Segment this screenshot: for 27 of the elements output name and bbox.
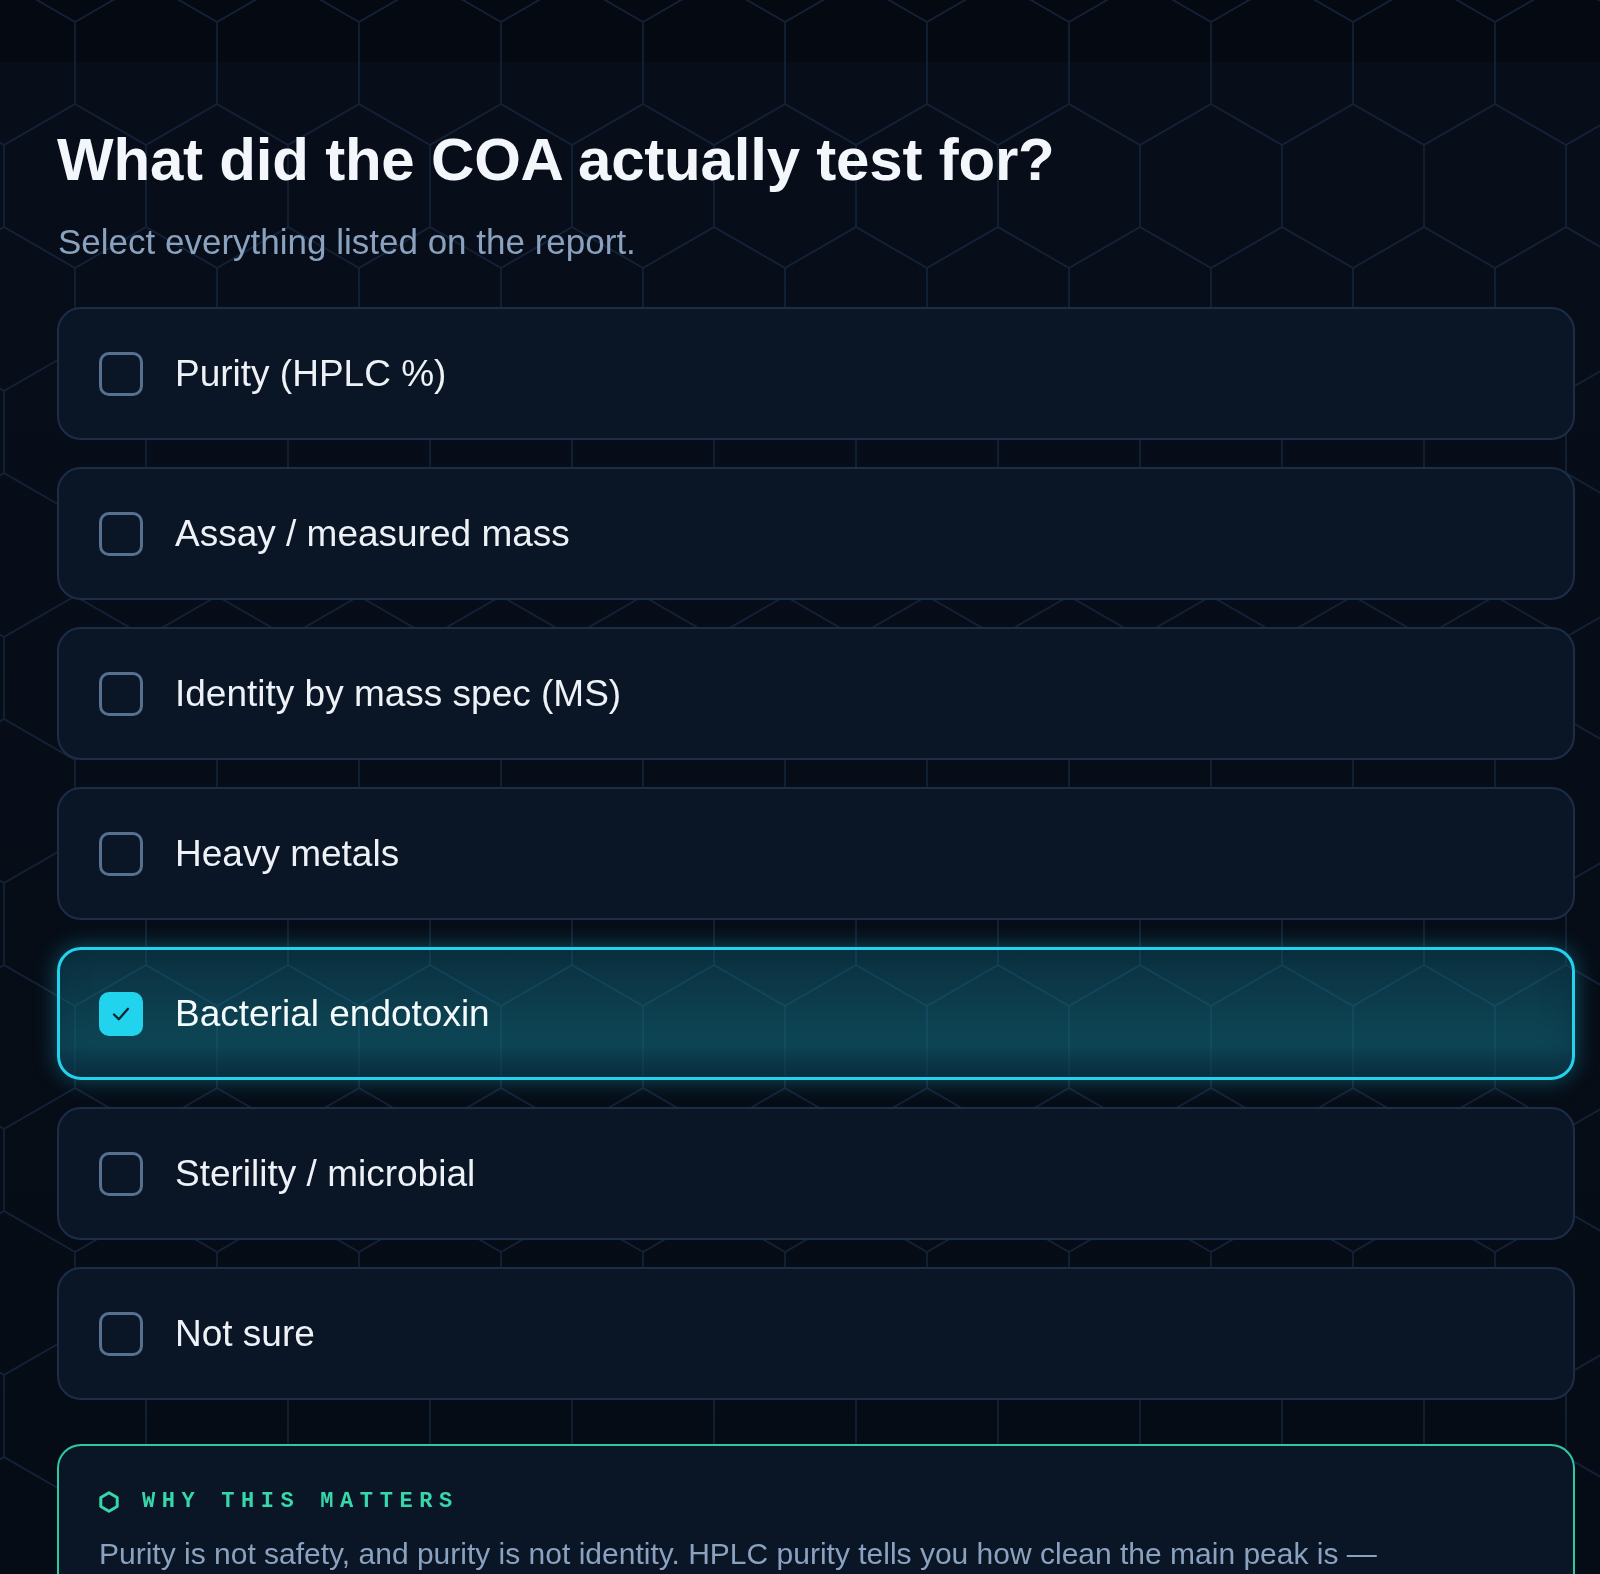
question-title: What did the COA actually test for? [57, 125, 1056, 195]
option-label: Identity by mass spec (MS) [175, 671, 622, 716]
checkbox[interactable] [99, 511, 143, 556]
hexagon-icon [99, 1491, 119, 1513]
checkbox[interactable] [99, 671, 143, 716]
option-card[interactable]: Assay / measured mass [57, 467, 1575, 600]
checkbox[interactable] [99, 991, 143, 1036]
checkbox[interactable] [99, 351, 143, 396]
question-subtitle: Select everything listed on the report. [58, 221, 637, 263]
option-card[interactable]: Sterility / microbial [57, 1107, 1575, 1240]
option-label: Bacterial endotoxin [175, 991, 490, 1036]
checkbox[interactable] [99, 1151, 143, 1196]
checkmark-icon [112, 1006, 130, 1021]
info-heading: WHY THIS MATTERS [142, 1489, 459, 1515]
option-card[interactable]: Bacterial endotoxin [57, 947, 1575, 1080]
option-label: Heavy metals [175, 831, 400, 876]
option-card[interactable]: Not sure [57, 1267, 1575, 1400]
option-card[interactable]: Purity (HPLC %) [57, 307, 1575, 440]
option-card[interactable]: Heavy metals [57, 787, 1575, 920]
option-label: Not sure [175, 1311, 315, 1356]
option-label: Purity (HPLC %) [175, 351, 447, 396]
info-text: Purity is not safety, and purity is not identity. HPLC purity tells you how clean the main peak is — [99, 1537, 1378, 1570]
checkbox[interactable] [99, 831, 143, 876]
checkbox[interactable] [99, 1311, 143, 1356]
option-card[interactable]: Identity by mass spec (MS) [57, 627, 1575, 760]
option-label: Assay / measured mass [175, 511, 570, 556]
option-label: Sterility / microbial [175, 1151, 476, 1196]
